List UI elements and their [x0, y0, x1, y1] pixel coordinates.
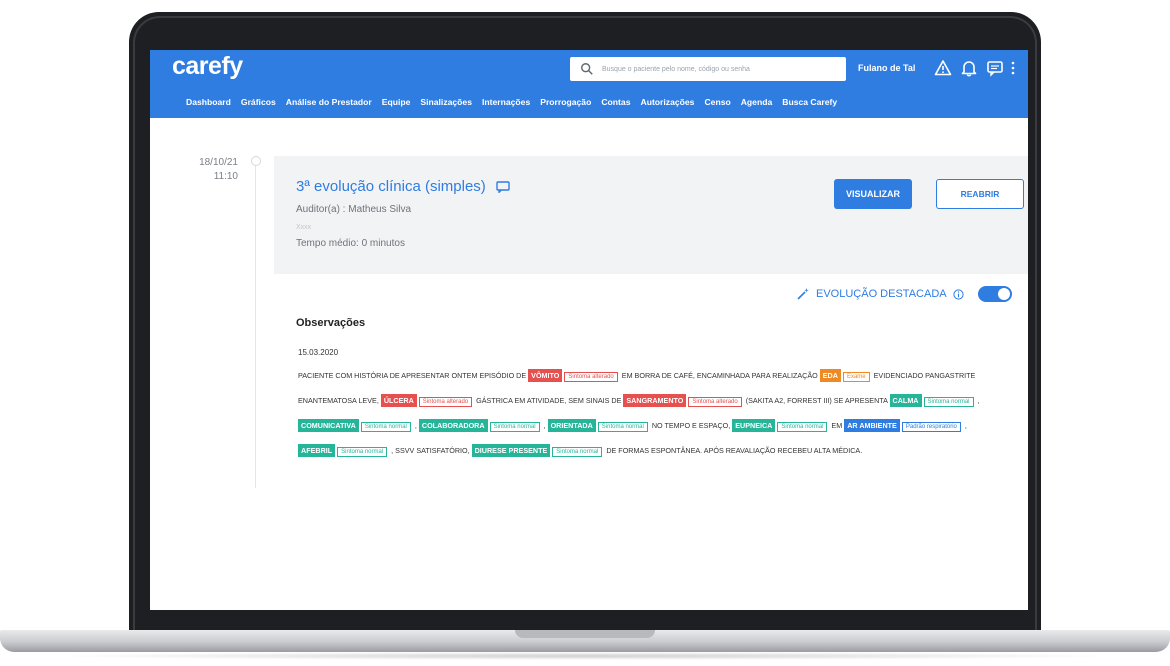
evolution-author: Auditor(a) : Matheus Silva — [296, 204, 412, 215]
entity-tag: COMUNICATIVA — [298, 419, 359, 432]
nav-item-analise-prestador[interactable]: Análise do Prestador — [286, 97, 372, 111]
highlight-row: EVOLUÇÃO DESTACADA — [796, 286, 1012, 302]
observation-text-segment: DE FORMAS ESPONTÂNEA. APÓS REAVALIAÇÃO R… — [604, 446, 863, 455]
view-button[interactable]: VISUALIZAR — [834, 179, 912, 209]
entity-label: Sintoma alterado — [688, 397, 742, 407]
entity-label: Sintoma normal — [923, 397, 974, 407]
observation-text-segment: GÁSTRICA EM ATIVIDADE, SEM SINAIS DE — [474, 396, 624, 405]
entity-highlight[interactable]: CALMA Sintoma normal — [889, 394, 976, 407]
entity-label: Sintoma normal — [360, 422, 411, 432]
evolution-avg-time: Tempo médio: 0 minutos — [296, 238, 405, 249]
observations-text: PACIENTE COM HISTÓRIA DE APRESENTAR ONTE… — [298, 364, 982, 464]
observation-text-segment: EM BORRA DE CAFÉ, ENCAMINHADA PARA REALI… — [619, 371, 820, 380]
entity-highlight[interactable]: SANGRAMENTO Sintoma alterado — [623, 394, 743, 407]
observation-text-segment: EM — [829, 421, 845, 430]
entity-highlight[interactable]: COLABORADORA Sintoma normal — [418, 419, 542, 432]
entity-highlight[interactable]: COMUNICATIVA Sintoma normal — [298, 419, 413, 432]
entity-tag: CALMA — [889, 394, 922, 407]
evolution-mini-label: Xxxx — [296, 224, 312, 231]
more-vertical-icon[interactable] — [1008, 59, 1018, 77]
entry-date: 18/10/21 — [199, 157, 238, 168]
observation-text-segment: , — [541, 421, 548, 430]
entity-tag: EDA — [819, 369, 841, 382]
evolution-title[interactable]: 3ª evolução clínica (simples) — [296, 178, 486, 195]
observation-text-segment: , — [412, 421, 419, 430]
entry-datetime: 18/10/21 11:10 — [174, 156, 238, 184]
app-header: carefy Busque o paciente pelo nome, códi… — [150, 50, 1028, 118]
observation-text-segment: , SSVV SATISFATÓRIO, — [389, 446, 472, 455]
bell-icon[interactable] — [960, 59, 978, 77]
nav-item-equipe[interactable]: Equipe — [382, 97, 411, 111]
timeline-line — [255, 158, 256, 488]
search-input[interactable]: Busque o paciente pelo nome, código ou s… — [570, 57, 846, 81]
search-placeholder: Busque o paciente pelo nome, código ou s… — [602, 65, 750, 73]
observations-date: 15.03.2020 — [298, 348, 339, 357]
nav-item-censo[interactable]: Censo — [704, 97, 730, 111]
observation-text-segment: , — [962, 421, 967, 430]
info-icon[interactable] — [953, 288, 964, 300]
user-name[interactable]: Fulano de Tal — [858, 63, 915, 73]
main-nav: Dashboard Gráficos Análise do Prestador … — [186, 97, 837, 111]
timeline-dot — [251, 156, 261, 166]
nav-item-graficos[interactable]: Gráficos — [241, 97, 276, 111]
nav-item-contas[interactable]: Contas — [601, 97, 630, 111]
entity-label: Sintoma alterado — [564, 372, 618, 382]
laptop-screen: carefy Busque o paciente pelo nome, códi… — [150, 50, 1028, 610]
entity-label: Sintoma normal — [337, 447, 388, 457]
magic-wand-icon — [797, 288, 809, 300]
entity-tag: COLABORADORA — [418, 419, 488, 432]
observation-text-segment: NO TEMPO E ESPAÇO, — [649, 421, 733, 430]
entity-label: Sintoma normal — [489, 422, 540, 432]
entry-time: 11:10 — [213, 171, 238, 182]
highlight-label: EVOLUÇÃO DESTACADA — [816, 288, 947, 300]
nav-item-busca-carefy[interactable]: Busca Carefy — [782, 97, 837, 111]
entity-label: Sintoma normal — [597, 422, 648, 432]
entity-highlight[interactable]: DIURESE PRESENTE Sintoma normal — [471, 444, 605, 457]
nav-item-agenda[interactable]: Agenda — [741, 97, 773, 111]
observation-text-segment: (SAKITA A2, FORREST III) SE APRESENTA — [743, 396, 890, 405]
observation-text-segment: PACIENTE COM HISTÓRIA DE APRESENTAR ONTE… — [298, 371, 529, 380]
entity-highlight[interactable]: VÔMITO Sintoma alterado — [528, 369, 620, 382]
highlight-toggle[interactable] — [977, 286, 1012, 302]
entity-label: Exame — [842, 372, 870, 382]
entity-tag: ÚLCERA — [380, 394, 417, 407]
entity-label: Sintoma normal — [777, 422, 828, 432]
evolution-card: 3ª evolução clínica (simples) Auditor(a)… — [274, 156, 1028, 274]
app-logo[interactable]: carefy — [172, 52, 243, 81]
nav-item-prorrogacao[interactable]: Prorrogação — [540, 97, 591, 111]
observations-title: Observações — [296, 317, 366, 329]
entity-tag: AFEBRIL — [298, 444, 336, 457]
entity-label: Sintoma normal — [552, 447, 603, 457]
entity-highlight[interactable]: ÚLCERA Sintoma alterado — [380, 394, 474, 407]
search-icon — [581, 63, 593, 75]
entity-highlight[interactable]: EUPNEICA Sintoma normal — [732, 419, 829, 432]
entity-tag: ORIENTADA — [547, 419, 596, 432]
entity-highlight[interactable]: AFEBRIL Sintoma normal — [298, 444, 389, 457]
laptop-base-notch — [515, 630, 655, 638]
entity-highlight[interactable]: EDA Exame — [819, 369, 872, 382]
nav-item-autorizacoes[interactable]: Autorizações — [640, 97, 694, 111]
warning-icon[interactable] — [934, 59, 952, 77]
entity-tag: DIURESE PRESENTE — [471, 444, 551, 457]
entity-label: Sintoma alterado — [418, 397, 473, 407]
entity-highlight[interactable]: ORIENTADA Sintoma normal — [547, 419, 650, 432]
nav-item-sinalizacoes[interactable]: Sinalizações — [420, 97, 472, 111]
entity-label: Padrão respiratório — [901, 422, 961, 432]
chat-icon[interactable] — [986, 59, 1004, 77]
laptop-shadow — [40, 652, 1130, 660]
entity-tag: VÔMITO — [528, 369, 563, 382]
nav-item-internacoes[interactable]: Internações — [482, 97, 530, 111]
entity-highlight[interactable]: AR AMBIENTE Padrão respiratório — [844, 419, 963, 432]
nav-item-dashboard[interactable]: Dashboard — [186, 97, 231, 111]
entity-tag: EUPNEICA — [732, 419, 776, 432]
comment-icon[interactable] — [496, 181, 510, 193]
observation-text-segment: , — [975, 396, 980, 405]
entity-tag: SANGRAMENTO — [623, 394, 687, 407]
entity-tag: AR AMBIENTE — [844, 419, 900, 432]
reopen-button[interactable]: REABRIR — [936, 179, 1024, 209]
toggle-knob — [997, 288, 1010, 300]
